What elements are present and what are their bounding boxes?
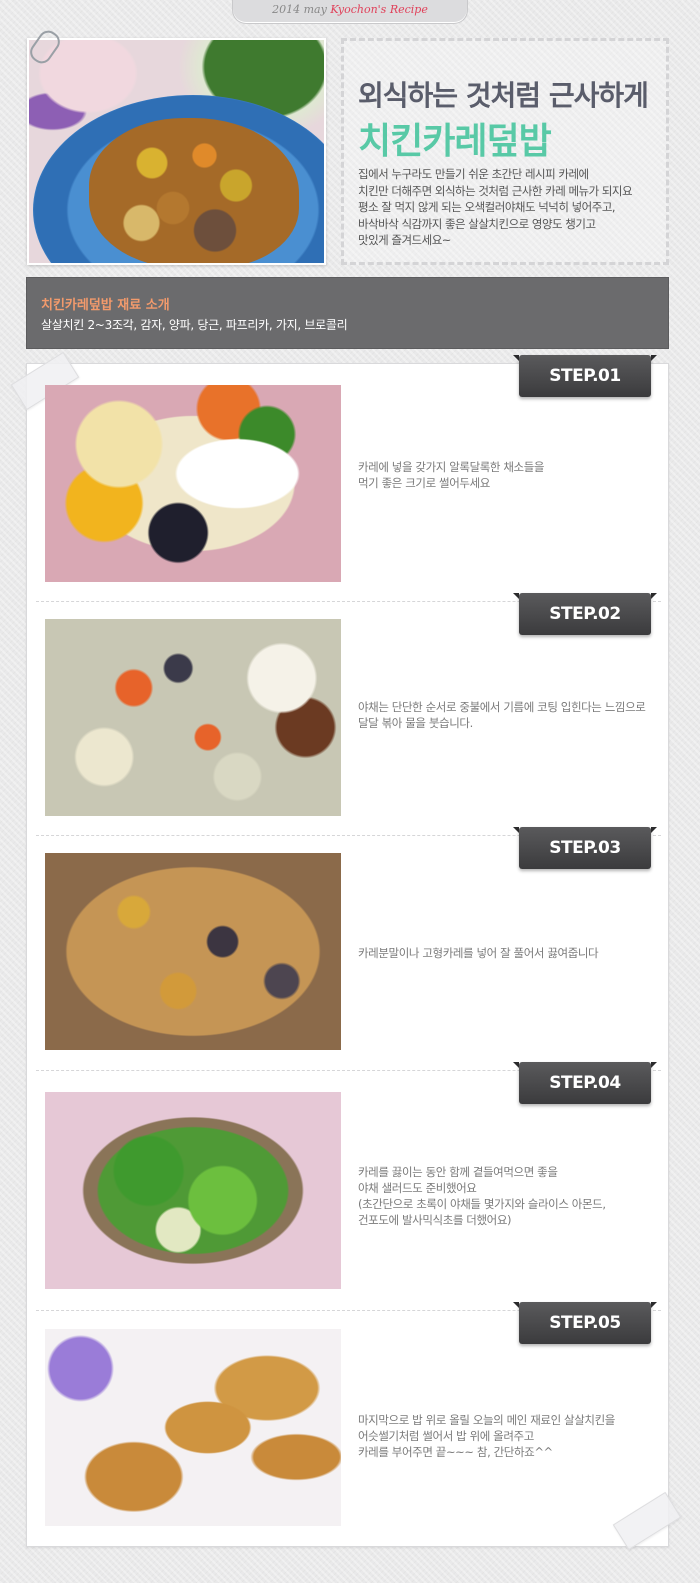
header-recipe-name: Kyochon's Recipe — [330, 3, 428, 16]
step-5-photo — [45, 1329, 341, 1526]
step-4-photo — [45, 1092, 341, 1289]
step-text-line: 카레에 넣을 갖가지 알록달록한 채소들을 — [358, 460, 545, 474]
hero-dish-photo — [27, 38, 326, 265]
step-text-line: 마지막으로 밥 위로 올릴 오늘의 메인 재료인 살살치킨을 — [358, 1413, 615, 1427]
hero-title: 치킨카레덮밥 — [358, 121, 552, 162]
step-1-photo — [45, 385, 341, 582]
hero-desc-line: 집에서 누구라도 만들기 쉬운 초간단 레시피 카레에 — [358, 167, 589, 181]
step-5-badge: STEP.05 — [513, 1302, 657, 1344]
step-3-photo — [45, 853, 341, 1050]
hero-desc-line: 치킨만 더해주면 외식하는 것처럼 근사한 카레 메뉴가 되지요 — [358, 183, 633, 198]
hero-subtitle: 외식하는 것처럼 근사하게 — [358, 79, 649, 112]
ingredients-title: 치킨카레덮밥 재료 소개 — [41, 298, 170, 313]
step-2-badge: STEP.02 — [513, 593, 657, 635]
hero-desc-line: 바삭바삭 식감까지 좋은 살살치킨으로 영양도 챙기고 — [358, 216, 596, 231]
hero-desc-line: 맛있게 즐겨드세요~ — [358, 233, 451, 247]
step-1-badge: STEP.01 — [513, 355, 657, 397]
step-text-line: 카레분말이나 고형카레를 넣어 잘 풀어서 끓여줍니다 — [358, 946, 599, 960]
step-text-line: 야채는 단단한 순서로 중불에서 기름에 코팅 입힌다는 느낌으로 — [358, 700, 646, 714]
step-3-badge: STEP.03 — [513, 827, 657, 869]
step-text-line: 야채 샐러드도 준비했어요 — [358, 1181, 477, 1195]
header-year: 2014 may — [272, 3, 327, 16]
step-text-line: 먹기 좋은 크기로 썰어두세요 — [358, 476, 490, 490]
step-1-text: 카레에 넣을 갖가지 알록달록한 채소들을 먹기 좋은 크기로 썰어두세요 — [358, 459, 658, 491]
ingredients-bar: 치킨카레덮밥 재료 소개 살살치킨 2~3조각, 감자, 양파, 당근, 파프리… — [26, 277, 669, 349]
step-text-line: 건포도에 발사믹식초를 더했어요) — [358, 1213, 512, 1227]
ingredients-list: 살살치킨 2~3조각, 감자, 양파, 당근, 파프리카, 가지, 브로콜리 — [41, 318, 348, 332]
step-4-badge: STEP.04 — [513, 1062, 657, 1104]
step-5-text: 마지막으로 밥 위로 올릴 오늘의 메인 재료인 살살치킨을 어슷썰기처럼 썰어… — [358, 1412, 658, 1460]
step-2-text: 야채는 단단한 순서로 중불에서 기름에 코팅 입힌다는 느낌으로 달달 볶아 … — [358, 699, 658, 731]
step-text-line: 카레를 끓이는 동안 함께 곁들여먹으면 좋을 — [358, 1165, 558, 1179]
hero-description: 집에서 누구라도 만들기 쉬운 초간단 레시피 카레에 치킨만 더해주면 외식하… — [358, 166, 658, 249]
step-text-line: (초간단으로 초록이 야채들 몇가지와 슬라이스 아몬드, — [358, 1197, 606, 1211]
step-text-line: 카레를 부어주면 끝~~~ 참, 간단하죠^^ — [358, 1445, 553, 1459]
step-4-text: 카레를 끓이는 동안 함께 곁들여먹으면 좋을 야채 샐러드도 준비했어요 (초… — [358, 1164, 658, 1228]
step-text-line: 어슷썰기처럼 썰어서 밥 위에 올려주고 — [358, 1429, 534, 1443]
step-3-text: 카레분말이나 고형카레를 넣어 잘 풀어서 끓여줍니다 — [358, 945, 658, 961]
step-2-photo — [45, 619, 341, 816]
recipe-header-tab: 2014 may Kyochon's Recipe — [232, 0, 468, 24]
hero-desc-line: 평소 잘 먹지 않게 되는 오색컬러야채도 넉넉히 넣어주고, — [358, 200, 616, 214]
hero-curry — [89, 118, 299, 263]
step-text-line: 달달 볶아 물을 붓습니다. — [358, 716, 473, 730]
